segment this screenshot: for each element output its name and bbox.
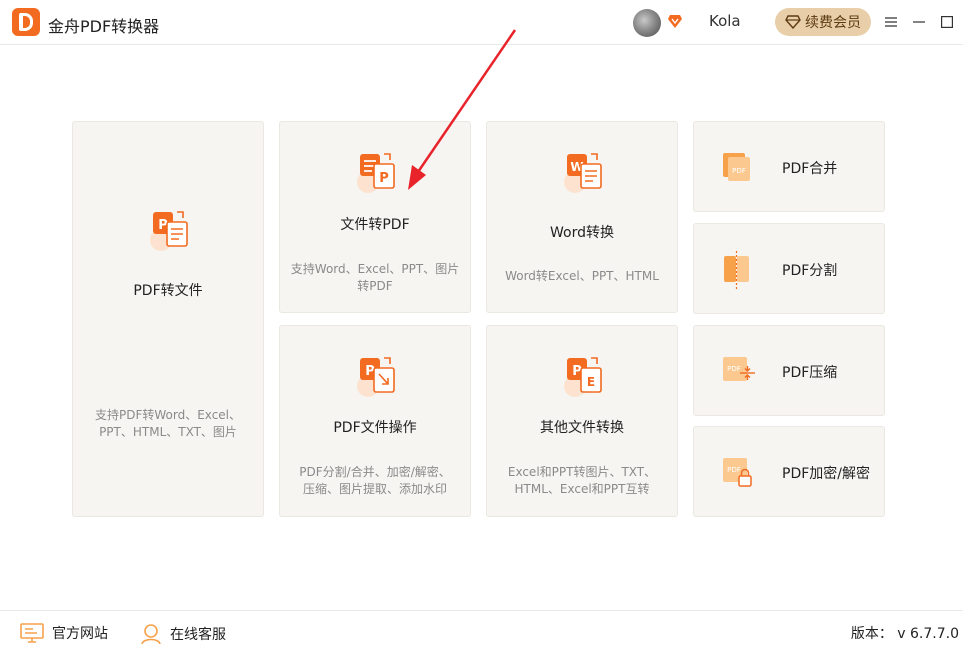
tool-pdf-split[interactable]: PDF分割: [693, 223, 885, 314]
card-file-to-pdf[interactable]: P 文件转PDF 支持Word、Excel、PPT、图片转PDF: [279, 121, 471, 313]
card-other-convert[interactable]: P E 其他文件转换 Excel和PPT转图片、TXT、HTML、Excel和P…: [486, 325, 678, 517]
svg-text:PDF: PDF: [727, 466, 741, 474]
other-convert-icon: P E: [564, 357, 602, 397]
app-logo: [12, 8, 40, 36]
vip-badge-icon: [668, 15, 682, 28]
app-title: 金舟PDF转换器: [48, 17, 160, 36]
tool-pdf-encrypt[interactable]: PDF PDF加密/解密: [693, 426, 885, 517]
minimize-button[interactable]: [910, 13, 928, 31]
tool-title: PDF加密/解密: [782, 466, 870, 482]
renew-label: 续费会员: [805, 15, 861, 31]
card-title: PDF文件操作: [333, 420, 417, 436]
version-text: 版本： v 6.7.7.0: [850, 626, 959, 642]
official-website-label: 官方网站: [52, 626, 108, 642]
svg-text:P: P: [379, 171, 389, 186]
monitor-icon: [20, 623, 44, 643]
pdf-to-file-icon: P: [150, 211, 188, 251]
card-description: 支持PDF转Word、Excel、PPT、HTML、TXT、图片: [95, 408, 242, 439]
card-description: Excel和PPT转图片、TXT、HTML、Excel和PPT互转: [507, 465, 657, 496]
official-website-link[interactable]: 官方网站: [20, 623, 108, 643]
card-title: 其他文件转换: [540, 420, 624, 436]
card-title: 文件转PDF: [340, 217, 410, 233]
card-description: 支持Word、Excel、PPT、图片转PDF: [290, 262, 460, 293]
tool-pdf-merge[interactable]: PDF PDF合并: [693, 121, 885, 212]
maximize-icon: [941, 16, 953, 28]
svg-text:PDF: PDF: [732, 167, 746, 175]
menu-button[interactable]: [882, 13, 900, 31]
online-support-label: 在线客服: [170, 627, 226, 643]
maximize-button[interactable]: [938, 13, 956, 31]
card-pdf-to-file[interactable]: P PDF转文件 支持PDF转Word、Excel、PPT、HTML、TXT、图…: [72, 121, 264, 517]
online-support-link[interactable]: 在线客服: [140, 623, 226, 645]
card-title: PDF转文件: [133, 283, 203, 299]
pdf-lock-icon: PDF: [723, 458, 752, 487]
renew-membership-button[interactable]: 续费会员: [775, 8, 871, 36]
title-bar: 金舟PDF转换器 Kola 续费会员: [0, 0, 963, 45]
minimize-icon: [913, 21, 925, 23]
diamond-icon: [785, 15, 801, 29]
card-description: Word转Excel、PPT、HTML: [505, 269, 659, 283]
tool-pdf-compress[interactable]: PDF PDF压缩: [693, 325, 885, 416]
footer: 官方网站 在线客服 版本： v 6.7.7.0: [0, 610, 963, 650]
tool-title: PDF合并: [782, 161, 838, 177]
pdf-compress-icon: PDF: [723, 357, 755, 381]
card-description: PDF分割/合并、加密/解密、压缩、图片提取、添加水印: [299, 465, 451, 496]
pdf-split-icon: [724, 251, 749, 290]
hamburger-icon: [885, 17, 897, 27]
pdf-merge-icon: PDF: [723, 153, 750, 181]
avatar[interactable]: [633, 9, 661, 37]
pdf-operations-icon: P: [357, 357, 395, 397]
svg-text:PDF: PDF: [727, 365, 741, 373]
tool-title: PDF分割: [782, 263, 838, 279]
card-word-convert[interactable]: W Word转换 Word转Excel、PPT、HTML: [486, 121, 678, 313]
tool-title: PDF压缩: [782, 365, 838, 381]
username[interactable]: Kola: [709, 12, 741, 30]
card-title: Word转换: [550, 225, 614, 241]
word-convert-icon: W: [564, 153, 602, 193]
file-to-pdf-icon: P: [357, 153, 395, 193]
headset-icon: [141, 624, 161, 645]
svg-text:E: E: [587, 375, 595, 389]
card-pdf-operations[interactable]: P PDF文件操作 PDF分割/合并、加密/解密、压缩、图片提取、添加水印: [279, 325, 471, 517]
